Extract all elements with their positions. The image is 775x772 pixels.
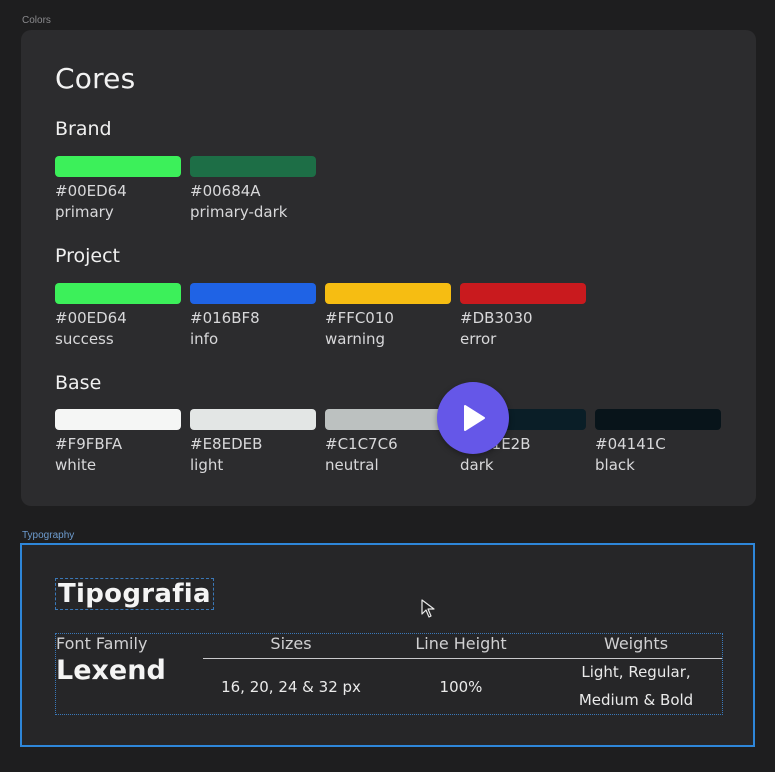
swatch-black[interactable]: #04141C black <box>595 409 721 476</box>
table-divider <box>203 658 722 659</box>
swatch-hex: #04141C <box>595 435 666 453</box>
swatch-hex: #00ED64 <box>55 309 127 327</box>
font-family-label: Font Family <box>56 634 148 653</box>
header-line-height: Line Height <box>415 634 507 653</box>
swatch-hex: #00ED64 <box>55 182 127 200</box>
swatch-name: neutral <box>325 456 379 474</box>
value-sizes: 16, 20, 24 & 32 px <box>221 678 361 696</box>
play-button[interactable] <box>437 382 509 454</box>
typography-title: Tipografia <box>55 578 214 610</box>
frame-label-typography[interactable]: Typography <box>22 530 74 541</box>
swatch-warning[interactable]: #FFC010 warning <box>325 283 451 350</box>
color-chip <box>55 409 181 430</box>
colors-title: Cores <box>55 62 136 95</box>
value-line-height: 100% <box>439 678 483 696</box>
frame-label-colors[interactable]: Colors <box>22 15 51 26</box>
swatch-hex: #FFC010 <box>325 309 394 327</box>
cursor-arrow-icon <box>421 599 435 618</box>
colors-card: Cores Brand #00ED64 primary #00684A prim… <box>21 30 756 506</box>
swatch-name: primary <box>55 203 114 221</box>
color-chip <box>55 156 181 177</box>
swatch-success[interactable]: #00ED64 success <box>55 283 181 350</box>
swatch-primary-dark[interactable]: #00684A primary-dark <box>190 156 316 223</box>
swatch-light[interactable]: #E8EDEB light <box>190 409 316 476</box>
swatch-hex: #016BF8 <box>190 309 260 327</box>
value-weights-line1: Light, Regular, <box>581 663 691 681</box>
color-chip <box>190 409 316 430</box>
swatch-name: info <box>190 330 219 348</box>
swatch-name: warning <box>325 330 386 348</box>
swatch-row-project: #00ED64 success #016BF8 info #FFC010 war… <box>55 283 586 350</box>
play-icon <box>464 405 485 431</box>
swatch-hex: #E8EDEB <box>190 435 263 453</box>
value-weights-line2: Medium & Bold <box>578 691 694 709</box>
font-family-column: Font Family Lexend <box>56 634 166 686</box>
swatch-neutral[interactable]: #C1C7C6 neutral <box>325 409 451 476</box>
swatch-name: dark <box>460 456 494 474</box>
color-chip <box>325 409 451 430</box>
group-title-base: Base <box>55 372 102 394</box>
font-family-value: Lexend <box>56 655 166 686</box>
swatch-name: black <box>595 456 635 474</box>
color-chip <box>460 283 586 304</box>
color-chip <box>190 283 316 304</box>
swatch-hex: #00684A <box>190 182 261 200</box>
typography-frame[interactable]: Tipografia Font Family Lexend Sizes Line… <box>20 543 755 747</box>
color-chip <box>55 283 181 304</box>
swatch-name: light <box>190 456 224 474</box>
color-chip <box>190 156 316 177</box>
group-title-brand: Brand <box>55 118 112 140</box>
swatch-error[interactable]: #DB3030 error <box>460 283 586 350</box>
typography-table: Font Family Lexend Sizes Line Height Wei… <box>55 633 723 715</box>
group-title-project: Project <box>55 245 121 267</box>
swatch-row-base: #F9FBFA white #E8EDEB light #C1C7C6 neut… <box>55 409 721 476</box>
header-sizes: Sizes <box>270 634 312 653</box>
color-chip <box>325 283 451 304</box>
swatch-hex: #F9FBFA <box>55 435 123 453</box>
swatch-name: white <box>55 456 97 474</box>
swatch-hex: #DB3030 <box>460 309 533 327</box>
swatch-hex: #C1C7C6 <box>325 435 398 453</box>
swatch-row-brand: #00ED64 primary #00684A primary-dark <box>55 156 316 223</box>
swatch-primary[interactable]: #00ED64 primary <box>55 156 181 223</box>
swatch-name: success <box>55 330 114 348</box>
color-chip <box>595 409 721 430</box>
swatch-name: error <box>460 330 497 348</box>
swatch-info[interactable]: #016BF8 info <box>190 283 316 350</box>
swatch-name: primary-dark <box>190 203 288 221</box>
header-weights: Weights <box>603 634 669 653</box>
swatch-white[interactable]: #F9FBFA white <box>55 409 181 476</box>
